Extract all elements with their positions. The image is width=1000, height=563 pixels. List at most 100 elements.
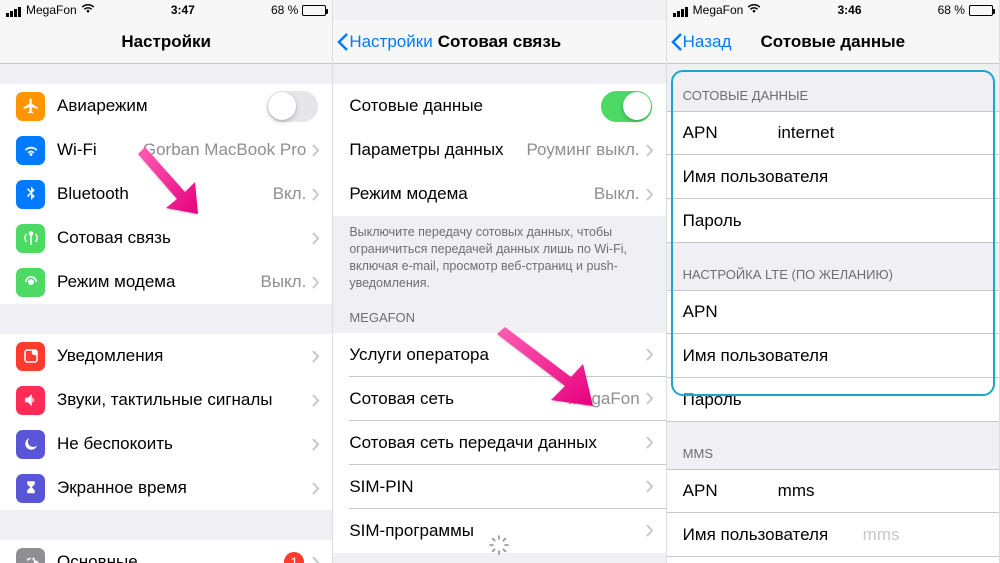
chevron-right-icon xyxy=(312,232,320,245)
cell-label: Режим модема xyxy=(349,184,593,204)
signal-icon xyxy=(6,3,22,17)
section-header: СОТОВЫЕ ДАННЫЕ xyxy=(667,64,999,111)
chevron-right-icon xyxy=(312,188,320,201)
cellular-data-switch[interactable] xyxy=(601,91,652,122)
cell-label: Услуги оператора xyxy=(349,345,645,365)
cell-cellular-data[interactable]: Сотовые данные xyxy=(333,84,665,128)
field-password[interactable]: Пароль xyxy=(667,378,999,422)
status-right xyxy=(656,3,659,17)
cell-network[interactable]: Сотовая сеть MegaFon xyxy=(333,377,665,421)
chevron-right-icon xyxy=(646,480,654,493)
field-label: Имя пользователя xyxy=(683,346,863,366)
field-label: Пароль xyxy=(683,211,863,231)
nav-title: Настройки xyxy=(121,32,211,52)
moon-icon xyxy=(16,430,45,459)
field-value[interactable]: internet xyxy=(778,123,983,143)
cellular-content[interactable]: Сотовые данные Параметры данных Роуминг … xyxy=(333,64,665,563)
cell-hotspot[interactable]: Режим модема Выкл. xyxy=(333,172,665,216)
cell-screentime[interactable]: Экранное время xyxy=(0,466,332,510)
cell-bluetooth[interactable]: Bluetooth Вкл. xyxy=(0,172,332,216)
nav-back-label: Назад xyxy=(683,32,732,52)
nav-bar: Назад Сотовые данные xyxy=(667,20,999,64)
section-header: НАСТРОЙКА LTE (ПО ЖЕЛАНИЮ) xyxy=(667,243,999,290)
chevron-right-icon xyxy=(312,144,320,157)
field-password[interactable]: Пароль ●●● xyxy=(667,557,999,563)
field-password[interactable]: Пароль xyxy=(667,199,999,243)
status-time: 3:46 xyxy=(837,3,861,17)
cell-data-options[interactable]: Параметры данных Роуминг выкл. xyxy=(333,128,665,172)
status-left: MegaFon xyxy=(6,3,95,17)
cell-carrier-services[interactable]: Услуги оператора xyxy=(333,333,665,377)
status-bar xyxy=(333,0,665,20)
badge-count: 1 xyxy=(284,552,304,563)
nav-title: Сотовая связь xyxy=(438,32,562,52)
gear-icon xyxy=(16,548,45,563)
field-value[interactable]: mms xyxy=(778,481,983,501)
cell-label: Сотовая сеть xyxy=(349,389,568,409)
chevron-right-icon xyxy=(646,524,654,537)
cell-label: Основные xyxy=(57,552,284,563)
battery-percent: 68 % xyxy=(938,3,965,17)
field-label: Имя пользователя xyxy=(683,167,863,187)
cell-dnd[interactable]: Не беспокоить xyxy=(0,422,332,466)
chevron-right-icon xyxy=(646,392,654,405)
airplane-switch[interactable] xyxy=(267,91,318,122)
cellular-root: Настройки Сотовая связь Сотовые данные П… xyxy=(333,0,666,563)
field-label: APN xyxy=(683,481,778,501)
settings-root: MegaFon 3:47 68 % Настройки Авиарежим Wi… xyxy=(0,0,333,563)
wifi-icon xyxy=(747,3,761,17)
chevron-right-icon xyxy=(312,394,320,407)
carrier-label: MegaFon xyxy=(26,3,77,17)
field-label: Имя пользователя xyxy=(683,525,863,545)
cell-notifications[interactable]: Уведомления xyxy=(0,334,332,378)
status-bar: MegaFon 3:47 68 % xyxy=(0,0,332,20)
cell-airplane[interactable]: Авиарежим xyxy=(0,84,332,128)
hotspot-icon xyxy=(16,268,45,297)
battery-percent: 68 % xyxy=(271,3,298,17)
chevron-right-icon xyxy=(312,482,320,495)
field-username[interactable]: Имя пользователя mms xyxy=(667,513,999,557)
cellular-data-content[interactable]: СОТОВЫЕ ДАННЫЕ APN internet Имя пользова… xyxy=(667,64,999,563)
section-footer: Выключите передачу сотовых данных, чтобы… xyxy=(333,216,665,304)
chevron-right-icon xyxy=(312,438,320,451)
cell-sim-pin[interactable]: SIM-PIN xyxy=(333,465,665,509)
field-label: Пароль xyxy=(683,390,863,410)
status-time: 3:47 xyxy=(171,3,195,17)
nav-bar: Настройки xyxy=(0,20,332,64)
chevron-right-icon xyxy=(646,144,654,157)
settings-content[interactable]: Авиарежим Wi-Fi Gorban MacBook Pro Bluet… xyxy=(0,64,332,563)
cell-label: Wi-Fi xyxy=(57,140,143,160)
field-apn[interactable]: APN internet xyxy=(667,111,999,155)
chevron-right-icon xyxy=(646,188,654,201)
cell-label: Не беспокоить xyxy=(57,434,312,454)
field-apn[interactable]: APN mms xyxy=(667,469,999,513)
nav-bar: Настройки Сотовая связь xyxy=(333,20,665,64)
cell-detail: Выкл. xyxy=(594,184,640,204)
cell-label: Уведомления xyxy=(57,346,312,366)
cell-detail: Выкл. xyxy=(260,272,306,292)
antenna-icon xyxy=(16,224,45,253)
cell-hotspot[interactable]: Режим модема Выкл. xyxy=(0,260,332,304)
section-header: MMS xyxy=(667,422,999,469)
field-placeholder[interactable]: mms xyxy=(863,525,983,545)
airplane-icon xyxy=(16,92,45,121)
field-username[interactable]: Имя пользователя xyxy=(667,155,999,199)
wifi-icon xyxy=(81,3,95,17)
cell-data-network[interactable]: Сотовая сеть передачи данных xyxy=(333,421,665,465)
cell-wifi[interactable]: Wi-Fi Gorban MacBook Pro xyxy=(0,128,332,172)
nav-back-button[interactable]: Назад xyxy=(671,32,732,52)
loading-spinner-icon xyxy=(489,535,509,555)
cell-cellular[interactable]: Сотовая связь xyxy=(0,216,332,260)
field-username[interactable]: Имя пользователя xyxy=(667,334,999,378)
cell-detail: Вкл. xyxy=(273,184,307,204)
signal-icon xyxy=(673,3,689,17)
field-apn[interactable]: APN xyxy=(667,290,999,334)
nav-back-button[interactable]: Настройки xyxy=(337,32,432,52)
nav-back-label: Настройки xyxy=(349,32,432,52)
cell-label: SIM-PIN xyxy=(349,477,645,497)
field-label: APN xyxy=(683,123,778,143)
cell-general[interactable]: Основные 1 xyxy=(0,540,332,563)
cell-label: Звуки, тактильные сигналы xyxy=(57,390,312,410)
speaker-icon xyxy=(16,386,45,415)
cell-sounds[interactable]: Звуки, тактильные сигналы xyxy=(0,378,332,422)
